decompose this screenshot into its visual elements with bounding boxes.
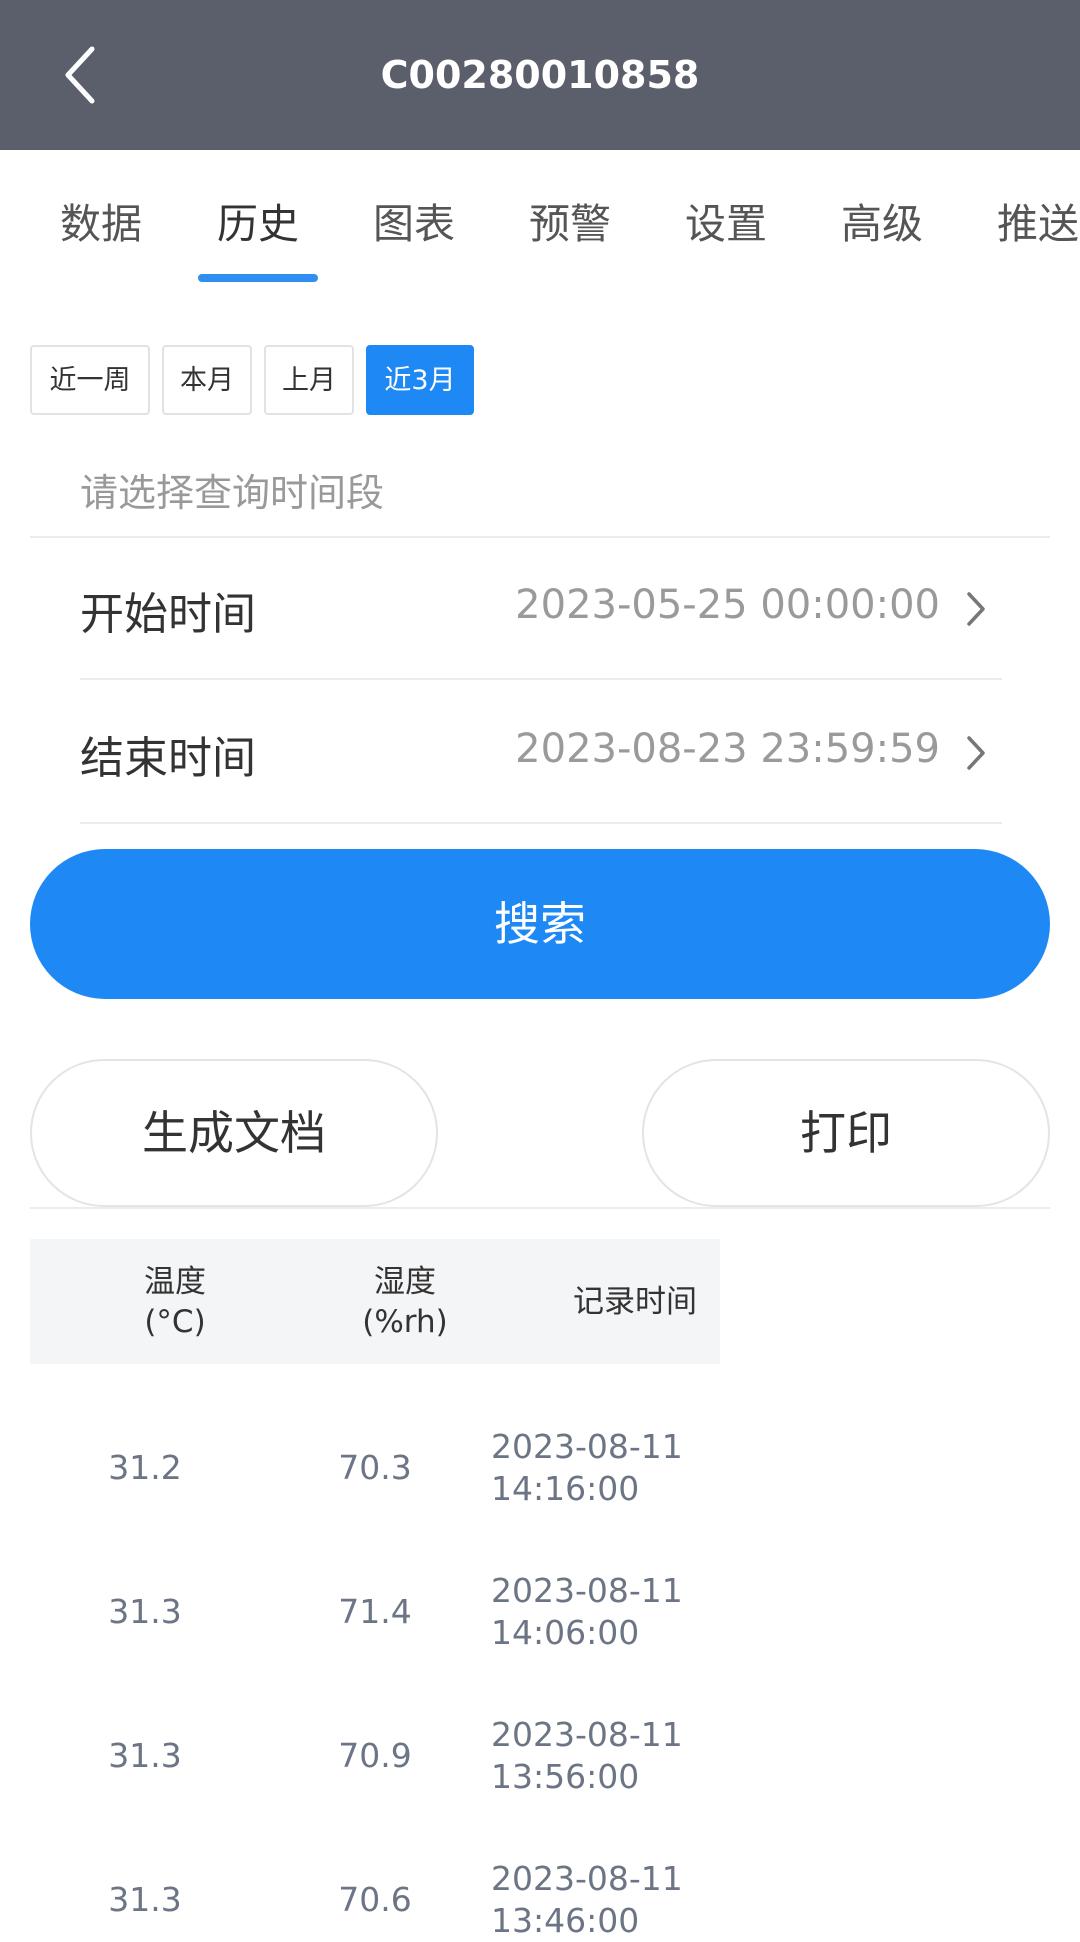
- end-time-label: 结束时间: [80, 733, 256, 784]
- tab-data[interactable]: 数据: [60, 190, 142, 250]
- record-time-cell: 13:56:00: [491, 1757, 640, 1796]
- temperature-cell: 31.3: [108, 1592, 182, 1631]
- column-header-label: 记录时间: [573, 1283, 697, 1320]
- chevron-left-icon: [65, 46, 95, 104]
- tab-chart[interactable]: 图表: [373, 190, 455, 250]
- range-this-month-button[interactable]: 本月: [162, 345, 252, 415]
- page-title: C00280010858: [380, 53, 700, 97]
- chevron-right-icon: [967, 592, 985, 626]
- record-time-cell: 14:06:00: [491, 1613, 640, 1652]
- search-button[interactable]: 搜索: [30, 849, 1050, 999]
- table-header: 温度 (°C) 湿度 (%rh) 记录时间: [30, 1239, 720, 1364]
- start-time-label: 开始时间: [80, 589, 256, 640]
- tab-bar: 数据 历史 图表 预警 设置 高级 推送: [0, 150, 1080, 285]
- chevron-right-icon: [967, 736, 985, 770]
- range-last-3-months-button[interactable]: 近3月: [366, 345, 474, 415]
- temperature-cell: 31.2: [108, 1448, 182, 1487]
- humidity-cell: 70.9: [338, 1736, 412, 1775]
- record-time-cell: 13:46:00: [491, 1901, 640, 1940]
- back-button[interactable]: [40, 35, 120, 115]
- temperature-cell: 31.3: [108, 1736, 182, 1775]
- range-last-month-button[interactable]: 上月: [264, 345, 354, 415]
- range-hint-text: 请选择查询时间段: [80, 471, 385, 515]
- record-date-cell: 2023-08-11: [491, 1571, 683, 1610]
- divider: [30, 1207, 1050, 1209]
- active-tab-indicator: [198, 274, 318, 282]
- column-header-unit: (°C): [144, 1303, 206, 1340]
- start-time-value: 2023-05-25 00:00:00: [515, 582, 940, 628]
- column-header-unit: (%rh): [362, 1303, 448, 1340]
- temperature-cell: 31.3: [108, 1880, 182, 1919]
- column-header-temperature: 温度 (°C): [75, 1239, 275, 1364]
- record-date-cell: 2023-08-11: [491, 1427, 683, 1466]
- tab-history[interactable]: 历史: [217, 190, 299, 250]
- column-header-record-time: 记录时间: [535, 1239, 735, 1364]
- generate-document-button[interactable]: 生成文档: [30, 1059, 438, 1207]
- humidity-cell: 70.3: [338, 1448, 412, 1487]
- app-header: C00280010858: [0, 0, 1080, 150]
- humidity-cell: 71.4: [338, 1592, 412, 1631]
- divider: [30, 536, 1050, 538]
- divider: [80, 678, 1002, 680]
- end-time-value: 2023-08-23 23:59:59: [515, 726, 940, 772]
- divider: [80, 822, 1002, 824]
- print-button[interactable]: 打印: [642, 1059, 1050, 1207]
- tab-alerts[interactable]: 预警: [529, 190, 611, 250]
- column-header-label: 温度: [144, 1263, 206, 1300]
- column-header-label: 湿度: [374, 1263, 436, 1300]
- tab-settings[interactable]: 设置: [685, 190, 767, 250]
- tab-advanced[interactable]: 高级: [841, 190, 923, 250]
- humidity-cell: 70.6: [338, 1880, 412, 1919]
- record-date-cell: 2023-08-11: [491, 1715, 683, 1754]
- column-header-humidity: 湿度 (%rh): [305, 1239, 505, 1364]
- record-date-cell: 2023-08-11: [491, 1859, 683, 1898]
- tab-push[interactable]: 推送: [997, 190, 1079, 250]
- record-time-cell: 14:16:00: [491, 1469, 640, 1508]
- range-last-week-button[interactable]: 近一周: [30, 345, 150, 415]
